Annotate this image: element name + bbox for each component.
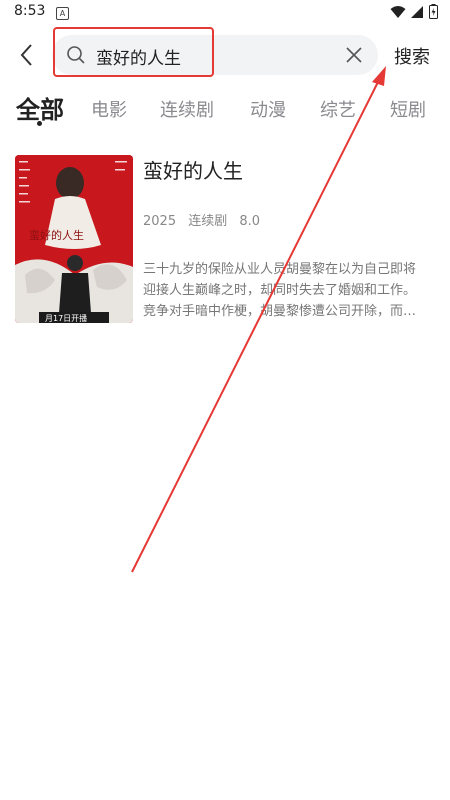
result-title[interactable]: 蛮好的人生 [143,155,243,184]
result-description: 三十九岁的保险从业人员胡曼黎在以为自己即将迎接人生巅峰之时，却同时失去了婚姻和工… [143,262,417,319]
result-year: 2025 [143,214,177,229]
notification-icon: A [56,7,69,20]
tab-series[interactable]: 连续剧 [160,96,214,122]
search-result-item[interactable]: 蛮好的人生 月17日开播 蛮好的人生 2025 连续剧 8.0 三十九岁的保险从… [15,155,435,325]
search-box[interactable] [52,35,378,75]
poster-art: 蛮好的人生 月17日开播 [15,155,133,323]
battery-icon [429,4,438,19]
category-tabs: 全部 电影 连续剧 动漫 综艺 短剧 [0,88,450,130]
poster-date: 月17日开播 [45,313,87,323]
search-button[interactable]: 搜索 [394,43,430,69]
search-bar-row: 搜索 [0,30,450,80]
tab-variety[interactable]: 综艺 [320,96,356,122]
signal-icon [411,5,423,18]
tab-movie[interactable]: 电影 [91,96,127,122]
tab-all[interactable]: 全部 [16,90,64,125]
poster-title: 蛮好的人生 [29,228,84,242]
wifi-icon [390,5,406,18]
tab-anime[interactable]: 动漫 [250,96,286,122]
result-meta: 2025 连续剧 8.0 [143,210,268,229]
status-bar: 8:53 A [0,0,450,26]
search-icon [67,46,85,64]
poster-image[interactable]: 蛮好的人生 月17日开播 [15,155,133,323]
active-tab-indicator [37,121,42,126]
status-time: 8:53 [14,3,46,19]
search-input[interactable] [94,43,328,69]
back-button[interactable] [12,39,40,71]
clear-icon[interactable] [344,45,364,65]
tab-short-drama[interactable]: 短剧 [390,96,426,122]
back-arrow-icon [20,44,32,66]
result-score: 8.0 [239,214,261,229]
result-type: 连续剧 [188,214,228,229]
status-icons [390,4,438,19]
